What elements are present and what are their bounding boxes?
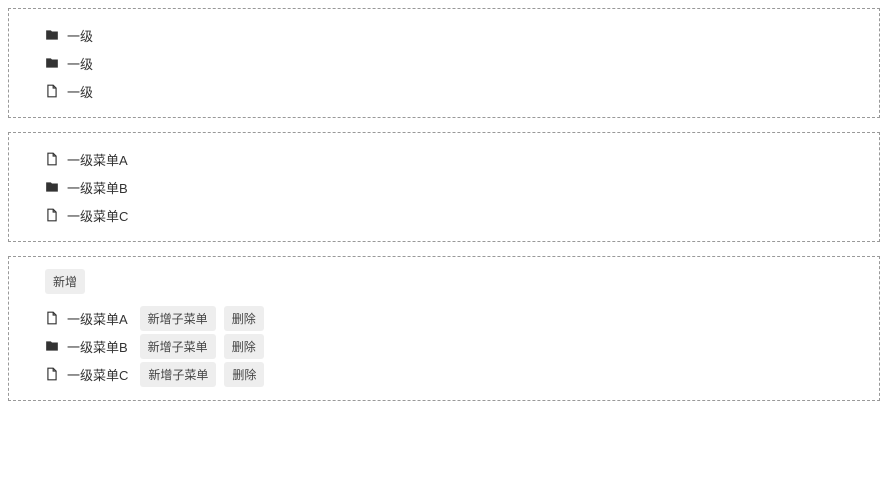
tree-item-label: 一级菜单C [67, 365, 128, 384]
tree-item-actions: 新增子菜单 删除 [140, 306, 264, 331]
tree-item-label: 一级 [67, 26, 93, 45]
add-child-button[interactable]: 新增子菜单 [140, 306, 216, 331]
panel-2: 一级菜单A 一级菜单B 一级菜单C [8, 132, 880, 242]
tree-item-label: 一级 [67, 54, 93, 73]
file-icon [45, 208, 59, 222]
tree-item[interactable]: 一级菜单B [45, 173, 871, 201]
folder-icon [45, 56, 59, 70]
tree-item-label: 一级菜单A [67, 150, 128, 169]
file-icon [45, 367, 59, 381]
tree-item[interactable]: 一级菜单A [45, 145, 871, 173]
tree-item[interactable]: 一级菜单B 新增子菜单 删除 [45, 332, 871, 360]
add-child-button[interactable]: 新增子菜单 [140, 334, 216, 359]
add-child-button[interactable]: 新增子菜单 [140, 362, 216, 387]
delete-button[interactable]: 删除 [224, 362, 264, 387]
add-button[interactable]: 新增 [45, 269, 85, 294]
tree-item-label: 一级 [67, 82, 93, 101]
delete-button[interactable]: 删除 [224, 334, 264, 359]
folder-icon [45, 180, 59, 194]
tree-item[interactable]: 一级菜单A 新增子菜单 删除 [45, 304, 871, 332]
tree-item[interactable]: 一级菜单C 新增子菜单 删除 [45, 360, 871, 388]
toolbar: 新增 [45, 269, 871, 294]
panel-1: 一级 一级 一级 [8, 8, 880, 118]
tree-item[interactable]: 一级 [45, 21, 871, 49]
tree-item-label: 一级菜单B [67, 337, 128, 356]
tree-item-label: 一级菜单B [67, 178, 128, 197]
tree-item[interactable]: 一级菜单C [45, 201, 871, 229]
tree-item[interactable]: 一级 [45, 49, 871, 77]
file-icon [45, 84, 59, 98]
tree-item-actions: 新增子菜单 删除 [140, 362, 264, 387]
panel-3: 新增 一级菜单A 新增子菜单 删除 一级菜单B 新增子菜单 删除 一级菜单C 新… [8, 256, 880, 401]
folder-icon [45, 339, 59, 353]
file-icon [45, 152, 59, 166]
file-icon [45, 311, 59, 325]
tree-item-actions: 新增子菜单 删除 [140, 334, 264, 359]
delete-button[interactable]: 删除 [224, 306, 264, 331]
tree-item-label: 一级菜单A [67, 309, 128, 328]
tree-item[interactable]: 一级 [45, 77, 871, 105]
folder-icon [45, 28, 59, 42]
tree-item-label: 一级菜单C [67, 206, 128, 225]
